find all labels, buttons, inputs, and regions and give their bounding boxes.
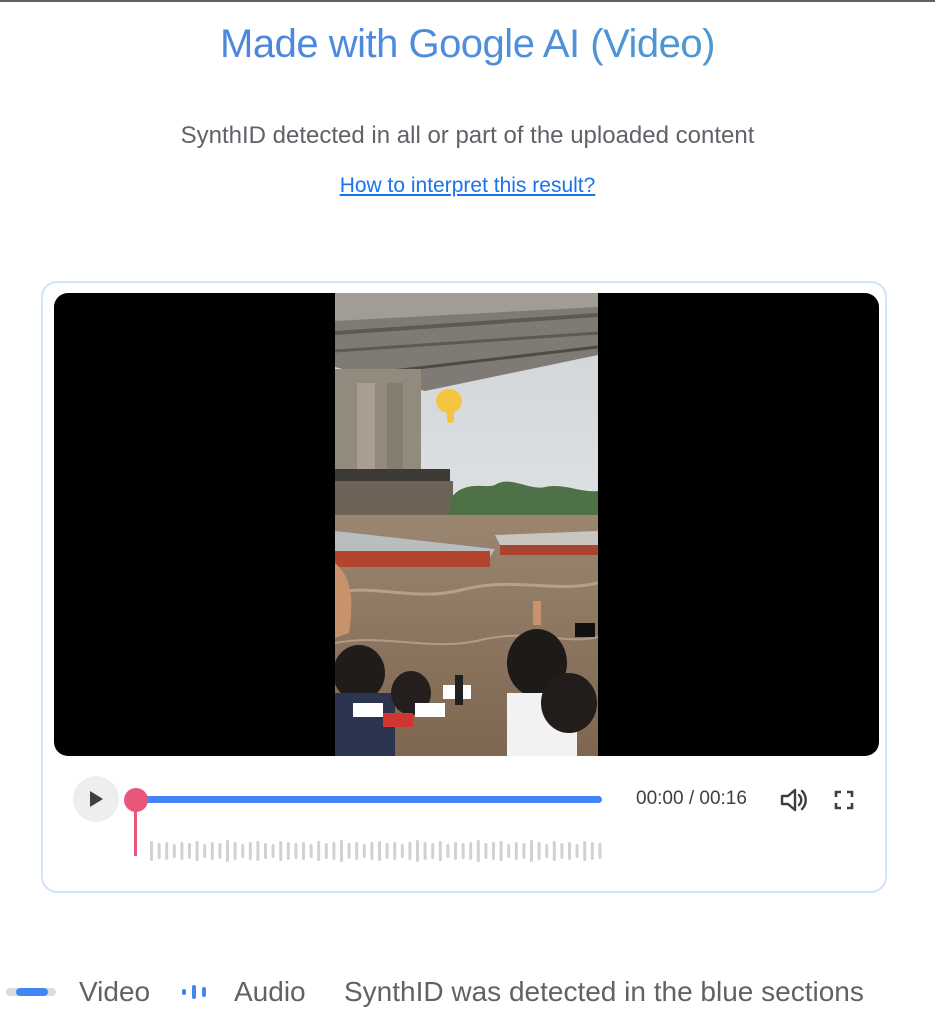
waveform-bar: [264, 843, 267, 859]
audio-waveform: [150, 840, 602, 862]
volume-button[interactable]: [779, 786, 809, 814]
waveform-bar: [590, 842, 594, 860]
waveform-bar: [195, 841, 199, 861]
waveform-bar: [575, 844, 579, 858]
volume-icon: [780, 788, 807, 812]
waveform-bar: [454, 842, 457, 860]
waveform-bar: [446, 844, 450, 858]
waveform-bar: [507, 844, 511, 858]
video-player[interactable]: [54, 293, 879, 756]
waveform-bar: [530, 840, 533, 862]
waveform-bar: [256, 841, 260, 861]
waveform-bar: [552, 841, 556, 861]
waveform-bar: [317, 841, 321, 861]
waveform-bar: [385, 843, 389, 859]
play-button[interactable]: [73, 776, 119, 822]
video-legend-swatch: [6, 988, 56, 996]
waveform-bar: [340, 840, 343, 862]
waveform-bar: [514, 842, 518, 860]
waveform-bar: [203, 844, 207, 858]
playhead-line: [134, 806, 137, 856]
audio-legend-swatch: [182, 985, 206, 999]
video-timeline[interactable]: [136, 796, 602, 803]
waveform-bar: [469, 842, 473, 860]
waveform-bar: [226, 840, 229, 862]
waveform-bar: [279, 841, 283, 861]
current-time: 00:00: [636, 788, 684, 809]
waveform-bar: [188, 843, 191, 859]
waveform-bar: [522, 843, 526, 859]
waveform-bar: [484, 843, 488, 859]
waveform-bar: [248, 842, 252, 860]
waveform-bar: [370, 842, 374, 860]
waveform-bar: [157, 843, 161, 859]
legend: Video Audio SynthID was detected in the …: [0, 970, 935, 1014]
waveform-bar: [583, 841, 587, 861]
top-divider: [0, 0, 935, 2]
fullscreen-icon: [834, 790, 854, 810]
waveform-bar: [150, 841, 153, 861]
interpret-result-link-row: How to interpret this result?: [0, 174, 935, 198]
interpret-result-link[interactable]: How to interpret this result?: [340, 174, 596, 197]
time-display: 00:00 / 00:16: [636, 788, 747, 809]
waveform-bar: [324, 843, 328, 859]
duration: 00:16: [699, 788, 747, 809]
waveform-bar: [598, 843, 602, 859]
waveform-bar: [416, 840, 419, 862]
waveform-bar: [165, 842, 169, 860]
waveform-bar: [545, 844, 549, 858]
waveform-bar: [233, 842, 237, 860]
waveform-bar: [218, 843, 222, 859]
waveform-bar: [476, 840, 480, 862]
waveform-bar: [499, 841, 503, 861]
waveform-bar: [286, 842, 290, 860]
waveform-bar: [355, 842, 359, 860]
waveform-bar: [492, 842, 495, 860]
detection-summary: SynthID detected in all or part of the u…: [180, 122, 755, 149]
waveform-bar: [461, 843, 465, 859]
play-icon: [90, 791, 103, 807]
waveform-bar: [537, 842, 541, 860]
waveform-bar: [438, 841, 442, 861]
waveform-bar: [423, 842, 427, 860]
waveform-bar: [362, 844, 366, 858]
waveform-bar: [393, 842, 397, 860]
video-legend-label: Video: [79, 976, 151, 1007]
waveform-bar: [210, 842, 214, 860]
synthid-detected-segment: [136, 796, 602, 803]
video-frame-image: [335, 293, 598, 756]
waveform-bar: [347, 843, 351, 859]
legend-note: SynthID was detected in the blue section…: [344, 976, 864, 1007]
waveform-bar: [294, 843, 298, 859]
waveform-bar: [400, 844, 404, 858]
page-title: Made with Google AI (Video): [0, 22, 935, 67]
fullscreen-button[interactable]: [831, 787, 857, 813]
waveform-bar: [332, 842, 336, 860]
waveform-bar: [568, 842, 571, 860]
audio-legend-label: Audio: [234, 976, 306, 1007]
waveform-bar: [431, 843, 435, 859]
waveform-bar: [180, 842, 184, 860]
waveform-bar: [378, 841, 381, 861]
waveform-bar: [172, 844, 176, 858]
playhead-handle[interactable]: [124, 788, 148, 812]
waveform-bar: [271, 844, 275, 858]
waveform-bar: [241, 844, 245, 858]
waveform-bar: [309, 844, 313, 858]
waveform-bar: [302, 842, 305, 860]
waveform-bar: [408, 842, 412, 860]
waveform-bar: [560, 843, 564, 859]
